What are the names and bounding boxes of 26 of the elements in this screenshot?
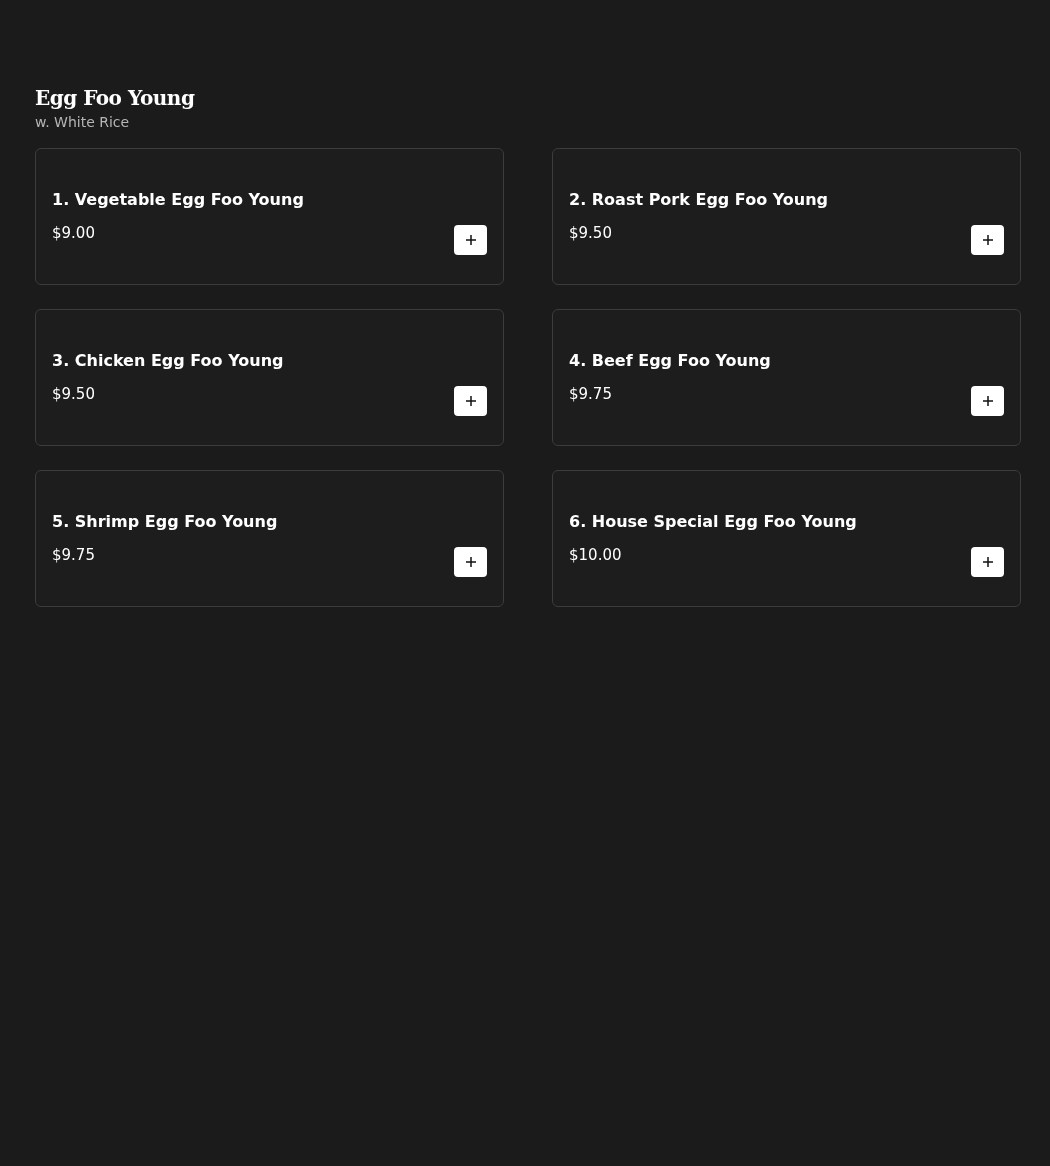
plus-icon [465, 235, 476, 245]
item-price: $9.50 [569, 223, 612, 243]
add-button[interactable] [454, 386, 487, 416]
item-name: 3. Chicken Egg Foo Young [52, 351, 285, 371]
add-button[interactable] [971, 386, 1004, 416]
plus-icon [465, 557, 476, 567]
plus-icon [982, 235, 993, 245]
plus-icon [982, 396, 993, 406]
add-button[interactable] [971, 547, 1004, 577]
plus-icon [982, 557, 993, 567]
item-price: $9.75 [569, 384, 612, 404]
item-name: 4. Beef Egg Foo Young [569, 351, 772, 371]
item-price: $10.00 [569, 545, 622, 565]
add-button[interactable] [454, 547, 487, 577]
add-button[interactable] [454, 225, 487, 255]
item-name: 5. Shrimp Egg Foo Young [52, 512, 279, 532]
plus-icon [465, 396, 476, 406]
item-name: 2. Roast Pork Egg Foo Young [569, 190, 830, 210]
item-price: $9.00 [52, 223, 95, 243]
item-price: $9.50 [52, 384, 95, 404]
item-price: $9.75 [52, 545, 95, 565]
section-subtitle: w. White Rice [35, 114, 131, 130]
section-title: Egg Foo Young [35, 85, 196, 112]
item-name: 6. House Special Egg Foo Young [569, 512, 858, 532]
item-name: 1. Vegetable Egg Foo Young [52, 190, 305, 210]
add-button[interactable] [971, 225, 1004, 255]
